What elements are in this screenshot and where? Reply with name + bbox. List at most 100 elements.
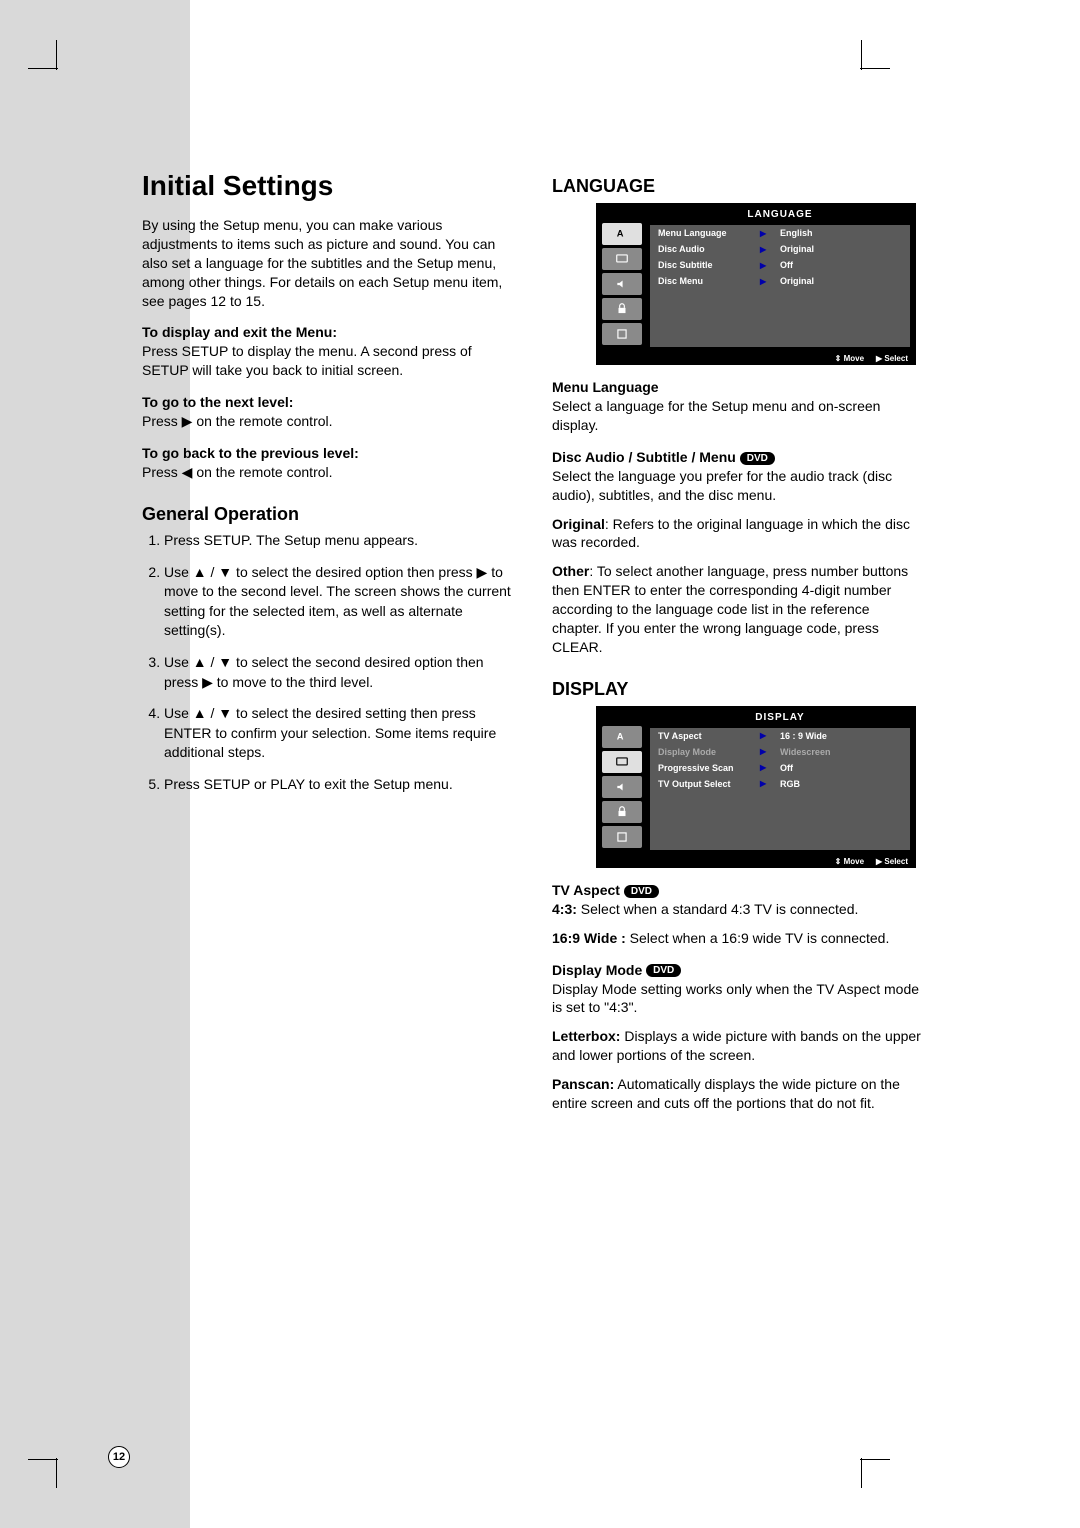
text-43: Select when a standard 4:3 TV is connect… bbox=[577, 901, 858, 917]
osd-row-label: TV Output Select bbox=[650, 779, 760, 789]
osd-body: TV Aspect▶16 : 9 Wide Display Mode▶Wides… bbox=[650, 728, 910, 850]
text-169: Select when a 16:9 wide TV is connected. bbox=[626, 930, 890, 946]
others-tab-icon bbox=[602, 323, 642, 345]
crop-mark bbox=[28, 68, 58, 69]
para-disc-audio: Select the language you prefer for the a… bbox=[552, 467, 922, 505]
osd-row-label: Disc Audio bbox=[650, 244, 760, 254]
para-other: Other: To select another language, press… bbox=[552, 562, 922, 656]
osd-row-value: Original bbox=[780, 244, 910, 254]
osd-row-label: TV Aspect bbox=[650, 731, 760, 741]
intro-paragraph: By using the Setup menu, you can make va… bbox=[142, 216, 512, 310]
text-other: : To select another language, press numb… bbox=[552, 563, 908, 655]
updown-icon: ⇕ bbox=[835, 354, 842, 363]
svg-text:A: A bbox=[617, 228, 624, 238]
osd-tab-strip: A bbox=[602, 726, 650, 848]
osd-row-value: Widescreen bbox=[780, 747, 910, 757]
osd-footer-move: Move bbox=[844, 857, 864, 866]
label-letterbox: Letterbox: bbox=[552, 1028, 620, 1044]
dvd-badge: DVD bbox=[646, 964, 681, 977]
label-original: Original bbox=[552, 516, 605, 532]
step-item: Press SETUP. The Setup menu appears. bbox=[164, 531, 512, 551]
step-item: Press SETUP or PLAY to exit the Setup me… bbox=[164, 775, 512, 795]
osd-title: LANGUAGE bbox=[650, 207, 910, 223]
step-item: Use ▲ / ▼ to select the second desired o… bbox=[164, 653, 512, 692]
text-original: : Refers to the original language in whi… bbox=[552, 516, 910, 551]
para-display-exit: Press SETUP to display the menu. A secon… bbox=[142, 342, 512, 380]
updown-icon: ⇕ bbox=[835, 857, 842, 866]
crop-mark bbox=[860, 68, 890, 69]
heading-language: LANGUAGE bbox=[552, 176, 922, 197]
para-169: 16:9 Wide : Select when a 16:9 wide TV i… bbox=[552, 929, 922, 948]
triangle-right-icon: ▶ bbox=[760, 229, 780, 238]
crop-mark bbox=[861, 1458, 862, 1488]
osd-row-value: RGB bbox=[780, 779, 910, 789]
heading-display-exit: To display and exit the Menu: bbox=[142, 324, 512, 340]
heading-next-level: To go to the next level: bbox=[142, 394, 512, 410]
heading-tv-aspect: TV Aspect DVD bbox=[552, 882, 922, 898]
osd-footer-select: Select bbox=[884, 354, 908, 363]
label-other: Other bbox=[552, 563, 589, 579]
osd-row-value: 16 : 9 Wide bbox=[780, 731, 910, 741]
dvd-badge: DVD bbox=[624, 885, 659, 898]
osd-display-screenshot: DISPLAY A TV Aspect▶16 : 9 Wide Display … bbox=[596, 706, 916, 868]
triangle-right-icon: ▶ bbox=[760, 747, 780, 756]
heading-tv-aspect-text: TV Aspect bbox=[552, 882, 620, 898]
triangle-right-icon: ▶ bbox=[760, 245, 780, 254]
audio-tab-icon bbox=[602, 273, 642, 295]
heading-disc-audio: Disc Audio / Subtitle / Menu DVD bbox=[552, 449, 922, 465]
crop-mark bbox=[56, 1458, 57, 1488]
heading-prev-level: To go back to the previous level: bbox=[142, 445, 512, 461]
osd-row-label: Menu Language bbox=[650, 228, 760, 238]
others-tab-icon bbox=[602, 826, 642, 848]
osd-row-label: Disc Menu bbox=[650, 276, 760, 286]
para-letterbox: Letterbox: Displays a wide picture with … bbox=[552, 1027, 922, 1065]
osd-row-value: English bbox=[780, 228, 910, 238]
osd-title: DISPLAY bbox=[650, 710, 910, 726]
osd-tab-strip: A bbox=[602, 223, 650, 345]
para-original: Original: Refers to the original languag… bbox=[552, 515, 922, 553]
osd-footer-move: Move bbox=[844, 354, 864, 363]
para-display-mode: Display Mode setting works only when the… bbox=[552, 980, 922, 1018]
osd-row-value: Off bbox=[780, 260, 910, 270]
audio-tab-icon bbox=[602, 776, 642, 798]
osd-row-label: Display Mode bbox=[650, 747, 760, 757]
left-column: Initial Settings By using the Setup menu… bbox=[142, 170, 512, 1123]
heading-display-mode: Display Mode DVD bbox=[552, 962, 922, 978]
language-tab-icon: A bbox=[602, 223, 642, 245]
osd-footer: ⇕ Move ▶ Select bbox=[835, 354, 908, 363]
triangle-right-icon: ▶ bbox=[760, 277, 780, 286]
para-43: 4:3: Select when a standard 4:3 TV is co… bbox=[552, 900, 922, 919]
label-43: 4:3: bbox=[552, 901, 577, 917]
step-item: Use ▲ / ▼ to select the desired option t… bbox=[164, 563, 512, 641]
osd-language-screenshot: LANGUAGE A Menu Language▶English Disc Au… bbox=[596, 203, 916, 365]
page-title: Initial Settings bbox=[142, 170, 512, 202]
display-tab-icon bbox=[602, 751, 642, 773]
heading-menu-language: Menu Language bbox=[552, 379, 922, 395]
crop-mark bbox=[28, 1459, 58, 1460]
para-next-level: Press ▶ on the remote control. bbox=[142, 412, 512, 431]
general-operation-steps: Press SETUP. The Setup menu appears. Use… bbox=[142, 531, 512, 795]
right-column: LANGUAGE LANGUAGE A Menu Language▶Englis… bbox=[552, 170, 922, 1123]
svg-text:A: A bbox=[617, 731, 624, 741]
crop-mark bbox=[56, 40, 57, 70]
triangle-right-icon: ▶ bbox=[760, 763, 780, 772]
lock-tab-icon bbox=[602, 801, 642, 823]
para-panscan: Panscan: Automatically displays the wide… bbox=[552, 1075, 922, 1113]
osd-row-value: Original bbox=[780, 276, 910, 286]
crop-mark bbox=[861, 40, 862, 70]
osd-row-label: Progressive Scan bbox=[650, 763, 760, 773]
triangle-right-icon: ▶ bbox=[760, 261, 780, 270]
dvd-badge: DVD bbox=[740, 452, 775, 465]
heading-disc-audio-text: Disc Audio / Subtitle / Menu bbox=[552, 449, 736, 465]
page-number: 12 bbox=[108, 1446, 130, 1468]
heading-display: DISPLAY bbox=[552, 679, 922, 700]
triangle-right-icon: ▶ bbox=[876, 857, 882, 866]
para-prev-level: Press ◀ on the remote control. bbox=[142, 463, 512, 482]
triangle-right-icon: ▶ bbox=[760, 779, 780, 788]
osd-row-label: Disc Subtitle bbox=[650, 260, 760, 270]
osd-row-value: Off bbox=[780, 763, 910, 773]
para-menu-language: Select a language for the Setup menu and… bbox=[552, 397, 922, 435]
label-169: 16:9 Wide : bbox=[552, 930, 626, 946]
osd-body: Menu Language▶English Disc Audio▶Origina… bbox=[650, 225, 910, 347]
language-tab-icon: A bbox=[602, 726, 642, 748]
